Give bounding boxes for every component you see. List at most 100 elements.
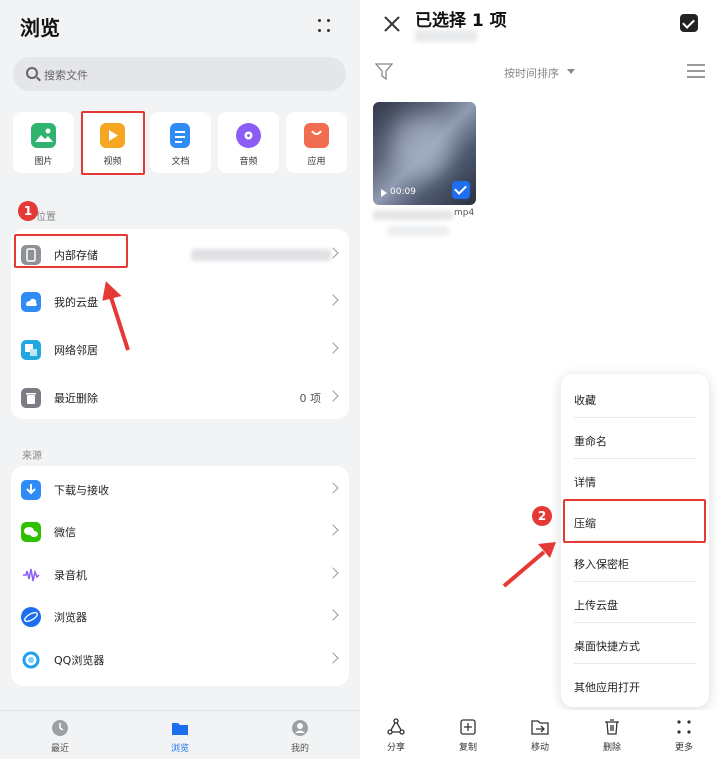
selection-panel: 已选择 1 项 按时间排序 00:09 mp4 收藏 重命名 详情 压缩 移入保… — [360, 0, 720, 759]
menu-item-label: 上传云盘 — [574, 599, 618, 612]
image-icon — [31, 123, 56, 148]
file-extension: mp4 — [454, 208, 475, 218]
search-placeholder: 搜索文件 — [44, 69, 88, 82]
category-label: 音频 — [239, 157, 258, 167]
selected-checkbox[interactable] — [452, 181, 470, 199]
menu-item-details[interactable]: 详情 — [561, 459, 709, 500]
network-icon — [21, 340, 41, 360]
chevron-right-icon — [327, 567, 339, 579]
chevron-right-icon — [327, 342, 339, 354]
chevron-right-icon — [327, 609, 339, 621]
app-icon — [304, 123, 329, 148]
chevron-right-icon — [327, 390, 339, 402]
source-wechat[interactable]: 微信 — [11, 512, 349, 552]
category-apps[interactable]: 应用 — [286, 112, 347, 173]
source-label: QQ浏览器 — [54, 654, 105, 667]
download-icon — [21, 480, 41, 500]
source-qq-browser[interactable]: QQ浏览器 — [11, 640, 349, 680]
source-browser[interactable]: 浏览器 — [11, 597, 349, 637]
location-label: 我的云盘 — [54, 296, 98, 309]
file-name — [373, 210, 453, 220]
page-title: 浏览 — [20, 16, 60, 40]
source-section-label: 来源 — [22, 451, 42, 462]
source-label: 微信 — [54, 526, 76, 539]
location-cloud-drive[interactable]: 我的云盘 — [11, 282, 349, 322]
recorder-icon — [21, 565, 41, 585]
source-label: 录音机 — [54, 569, 87, 582]
source-label: 浏览器 — [54, 611, 87, 624]
tab-recent[interactable]: 最近 — [30, 711, 90, 759]
filter-icon[interactable] — [374, 63, 394, 81]
chevron-right-icon — [327, 652, 339, 664]
audio-icon — [236, 123, 261, 148]
red-arrow-pointer — [102, 281, 130, 351]
folder-icon — [171, 719, 189, 737]
location-section-label: 位置 — [36, 212, 56, 223]
chevron-right-icon — [327, 524, 339, 536]
menu-item-label: 重命名 — [574, 435, 607, 448]
storage-usage-text — [191, 249, 331, 261]
delete-button[interactable]: 删除 — [582, 710, 642, 759]
menu-item-desktop-shortcut[interactable]: 桌面快捷方式 — [561, 623, 709, 664]
menu-item-move-to-safe[interactable]: 移入保密柜 — [561, 541, 709, 582]
location-recently-deleted[interactable]: 最近删除 0 项 — [11, 378, 349, 418]
category-documents[interactable]: 文档 — [150, 112, 211, 173]
share-button[interactable]: 分享 — [366, 710, 426, 759]
video-thumbnail[interactable]: 00:09 — [373, 102, 476, 205]
video-highlight-box — [81, 111, 145, 175]
compress-highlight-box — [563, 499, 706, 543]
menu-item-upload-cloud[interactable]: 上传云盘 — [561, 582, 709, 623]
bottom-tab-bar: 最近 浏览 我的 — [0, 710, 360, 759]
step-1-badge: 1 — [18, 201, 38, 221]
tab-label: 我的 — [290, 744, 309, 754]
document-icon — [170, 123, 190, 148]
toolbar-label: 删除 — [602, 743, 621, 753]
trash-icon — [21, 388, 41, 408]
more-options-icon[interactable] — [312, 14, 336, 38]
menu-item-favorite[interactable]: 收藏 — [561, 377, 709, 418]
more-button[interactable]: 更多 — [654, 710, 714, 759]
tab-mine[interactable]: 我的 — [270, 711, 330, 759]
close-icon[interactable] — [382, 14, 402, 34]
search-input[interactable]: 搜索文件 — [13, 57, 346, 91]
file-browser-panel: 浏览 搜索文件 图片 视频 文档 音频 应用 1 位置 内部存储 我的云盘 网络… — [0, 0, 360, 759]
tab-label: 最近 — [50, 744, 69, 754]
copy-button[interactable]: 复制 — [438, 710, 498, 759]
category-label: 文档 — [171, 157, 190, 167]
toolbar-label: 复制 — [458, 743, 477, 753]
sources-card: 下载与接收 微信 录音机 浏览器 QQ浏览器 — [11, 466, 349, 686]
source-downloads[interactable]: 下载与接收 — [11, 470, 349, 510]
menu-item-rename[interactable]: 重命名 — [561, 418, 709, 459]
menu-item-label: 收藏 — [574, 394, 596, 407]
caret-down-icon — [567, 69, 575, 74]
source-label: 下载与接收 — [54, 484, 109, 497]
move-button[interactable]: 移动 — [510, 710, 570, 759]
list-view-icon[interactable] — [687, 64, 705, 78]
menu-item-label: 桌面快捷方式 — [574, 640, 640, 653]
profile-icon — [291, 719, 309, 737]
delete-icon — [603, 718, 621, 736]
sort-dropdown[interactable]: 按时间排序 — [504, 65, 559, 81]
category-audio[interactable]: 音频 — [218, 112, 279, 173]
action-toolbar: 分享 复制 移动 删除 更多 — [360, 710, 720, 759]
tab-browse[interactable]: 浏览 — [150, 711, 210, 759]
select-all-checkbox[interactable] — [680, 14, 698, 32]
cloud-drive-icon — [21, 292, 41, 312]
share-icon — [387, 718, 405, 736]
toolbar-label: 更多 — [674, 743, 693, 753]
menu-item-label: 其他应用打开 — [574, 681, 640, 694]
location-network[interactable]: 网络邻居 — [11, 330, 349, 370]
qq-browser-icon — [21, 650, 41, 670]
menu-item-open-with[interactable]: 其他应用打开 — [561, 664, 709, 705]
more-icon — [675, 718, 693, 736]
step-2-badge: 2 — [532, 506, 552, 526]
move-icon — [531, 718, 549, 736]
clock-icon — [51, 719, 69, 737]
deleted-count: 0 项 — [299, 392, 322, 405]
source-recorder[interactable]: 录音机 — [11, 555, 349, 595]
location-label: 最近删除 — [54, 392, 98, 405]
chevron-right-icon — [327, 482, 339, 494]
category-images[interactable]: 图片 — [13, 112, 74, 173]
toolbar-label: 移动 — [530, 743, 549, 753]
selection-title: 已选择 1 项 — [415, 11, 507, 31]
